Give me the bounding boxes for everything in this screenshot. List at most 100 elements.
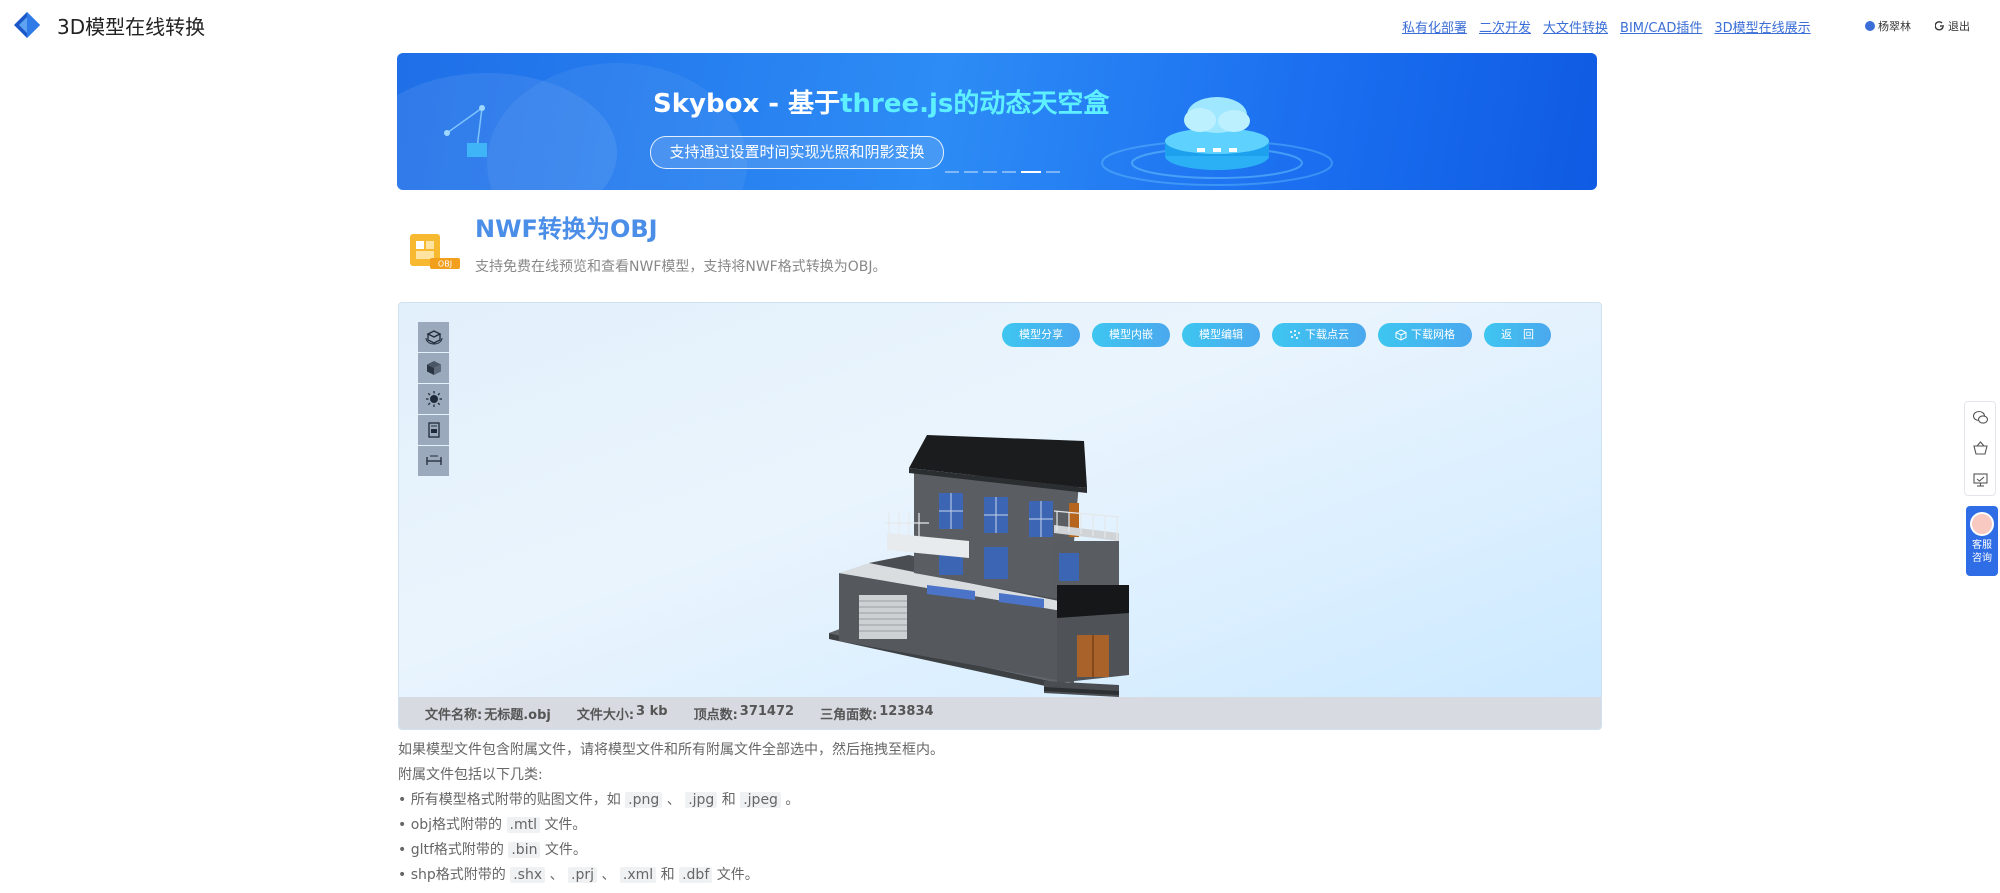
instruction-text: • gltf格式附带的: [398, 842, 504, 858]
monitor-icon: [1972, 473, 1988, 487]
share-model-button[interactable]: 模型分享: [1002, 323, 1080, 347]
user-menu[interactable]: 杨翠林: [1865, 18, 1911, 34]
download-mesh-button[interactable]: 下载网格: [1378, 323, 1472, 347]
file-extension: .shx: [510, 867, 546, 883]
banner-dot[interactable]: [1002, 171, 1016, 173]
download-pointcloud-button[interactable]: 下载点云: [1272, 323, 1366, 347]
banner-dot[interactable]: [983, 171, 997, 173]
model-view-button[interactable]: [418, 353, 449, 383]
service-avatar: [1970, 512, 1994, 536]
nav-link-secondary-dev[interactable]: 二次开发: [1479, 17, 1531, 36]
page-title: NWF转换为OBJ: [475, 215, 658, 243]
file-extension: .xml: [619, 867, 657, 883]
instruction-item-gltf: • gltf格式附带的 .bin 文件。: [398, 838, 944, 863]
vertex-count-value: 371472: [739, 703, 795, 719]
file-name-info: 文件名称: 无标题.obj: [425, 704, 551, 723]
logout-label: 退出: [1948, 20, 1970, 33]
logout-button[interactable]: 退出: [1935, 18, 1970, 34]
file-extension: .jpg: [685, 792, 718, 808]
instruction-text: 、: [666, 792, 681, 808]
instruction-text: • 所有模型格式附带的贴图文件，如: [398, 792, 621, 808]
banner-dot[interactable]: [945, 171, 959, 173]
service-label: 客服咨询: [1972, 540, 1992, 564]
nav-link-3d-showcase[interactable]: 3D模型在线展示: [1714, 17, 1810, 36]
embed-model-label: 模型内嵌: [1109, 328, 1153, 341]
basket-icon: [1972, 441, 1988, 455]
obj-file-icon: OBJ: [410, 234, 460, 269]
file-size-info: 文件大小: 3 kb: [577, 704, 668, 723]
instruction-item-obj: • obj格式附带的 .mtl 文件。: [398, 813, 944, 838]
download-pointcloud-label: 下载点云: [1305, 328, 1349, 341]
logo-icon[interactable]: [14, 12, 44, 38]
measure-button[interactable]: [418, 446, 449, 476]
3d-house-model[interactable]: [829, 413, 1189, 703]
edit-model-label: 模型编辑: [1199, 328, 1243, 341]
file-extension: .dbf: [679, 867, 713, 883]
instruction-item-shp: • shp格式附带的 .shx 、 .prj 、 .xml 和 .dbf 文件。: [398, 863, 944, 888]
instruction-item-textures: • 所有模型格式附带的贴图文件，如 .png 、 .jpg 和 .jpeg 。: [398, 788, 944, 813]
promo-banner[interactable]: Skybox - 基于three.js的动态天空盒 支持通过设置时间实现光照和阴…: [397, 53, 1597, 190]
file-size-value: 3 kb: [636, 703, 668, 719]
nav-link-private-deploy[interactable]: 私有化部署: [1402, 17, 1467, 36]
back-button[interactable]: 返 回: [1484, 323, 1551, 347]
download-mesh-label: 下载网格: [1411, 328, 1455, 341]
instruction-line: 如果模型文件包含附属文件，请将模型文件和所有附属文件全部选中，然后拖拽至框内。: [398, 742, 944, 758]
viewer-actions: 模型分享 模型内嵌 模型编辑 下载点云 下载网格 返 回: [1002, 323, 1551, 347]
properties-button[interactable]: [418, 415, 449, 445]
banner-dot[interactable]: [1046, 171, 1060, 173]
shop-button[interactable]: [1965, 433, 1995, 464]
vertex-count-label: 顶点数:: [693, 707, 738, 723]
instruction-text: 文件。: [544, 817, 587, 833]
file-extension: .jpeg: [740, 792, 781, 808]
app-title[interactable]: 3D模型在线转换: [57, 11, 205, 40]
model-viewer[interactable]: 模型分享 模型内嵌 模型编辑 下载点云 下载网格 返 回 文件名称: 无标题.o…: [398, 302, 1602, 730]
upload-instructions: 如果模型文件包含附属文件，请将模型文件和所有附属文件全部选中，然后拖拽至框内。 …: [398, 738, 944, 888]
obj-badge: OBJ: [438, 260, 452, 269]
rotate-icon: [425, 330, 442, 345]
nav-link-bim-cad-plugin[interactable]: BIM/CAD插件: [1620, 17, 1702, 36]
model-info-bar: 文件名称: 无标题.obj 文件大小: 3 kb 顶点数: 371472 三角面…: [399, 697, 1601, 729]
instruction-text: 、: [549, 867, 564, 883]
document-icon: [427, 422, 440, 438]
top-navigation: 3D模型在线转换 私有化部署 二次开发 大文件转换 BIM/CAD插件 3D模型…: [0, 0, 2000, 50]
file-extension: .png: [625, 792, 663, 808]
network-graphic-icon: [444, 105, 487, 157]
wechat-button[interactable]: [1965, 402, 1995, 433]
vertex-count-info: 顶点数: 371472: [694, 704, 794, 723]
rotate-tool-button[interactable]: [418, 322, 449, 352]
banner-title-prefix: Skybox - 基于: [653, 89, 841, 119]
demo-button[interactable]: [1965, 464, 1995, 495]
floating-toolbar: [1964, 401, 1996, 496]
wechat-icon: [1972, 410, 1988, 424]
banner-title: Skybox - 基于three.js的动态天空盒: [653, 83, 1109, 120]
mesh-icon: [1395, 329, 1407, 341]
banner-dot[interactable]: [964, 171, 978, 173]
banner-subtitle[interactable]: 支持通过设置时间实现光照和阴影变换: [650, 136, 944, 169]
user-icon: [1865, 21, 1875, 31]
banner-pagination: [945, 171, 1060, 173]
file-extension: .mtl: [506, 817, 540, 833]
page-subtitle: 支持免费在线预览和查看NWF模型，支持将NWF格式转换为OBJ。: [475, 259, 887, 275]
back-label: 返 回: [1501, 328, 1534, 341]
lighting-button[interactable]: [418, 384, 449, 414]
nav-link-large-file[interactable]: 大文件转换: [1543, 17, 1608, 36]
pointcloud-icon: [1290, 330, 1300, 339]
share-model-label: 模型分享: [1019, 328, 1063, 341]
instruction-line: 附属文件包括以下几类:: [398, 767, 543, 783]
face-count-label: 三角面数:: [820, 707, 878, 723]
instruction-text: 和: [660, 867, 675, 883]
banner-dot-active[interactable]: [1021, 171, 1041, 173]
cube-icon: [426, 361, 441, 375]
file-size-label: 文件大小:: [576, 707, 635, 723]
embed-model-button[interactable]: 模型内嵌: [1092, 323, 1170, 347]
logout-icon: [1935, 21, 1944, 31]
file-name-label: 文件名称:: [425, 707, 483, 723]
nav-links: 私有化部署 二次开发 大文件转换 BIM/CAD插件 3D模型在线展示: [1402, 17, 1811, 36]
face-count-value: 123834: [879, 703, 934, 719]
viewer-toolbar: [418, 322, 449, 476]
instruction-text: • shp格式附带的: [398, 867, 506, 883]
edit-model-button[interactable]: 模型编辑: [1182, 323, 1260, 347]
file-extension: .prj: [568, 867, 598, 883]
instruction-text: 和: [721, 792, 736, 808]
customer-service-button[interactable]: 客服咨询: [1966, 506, 1998, 576]
